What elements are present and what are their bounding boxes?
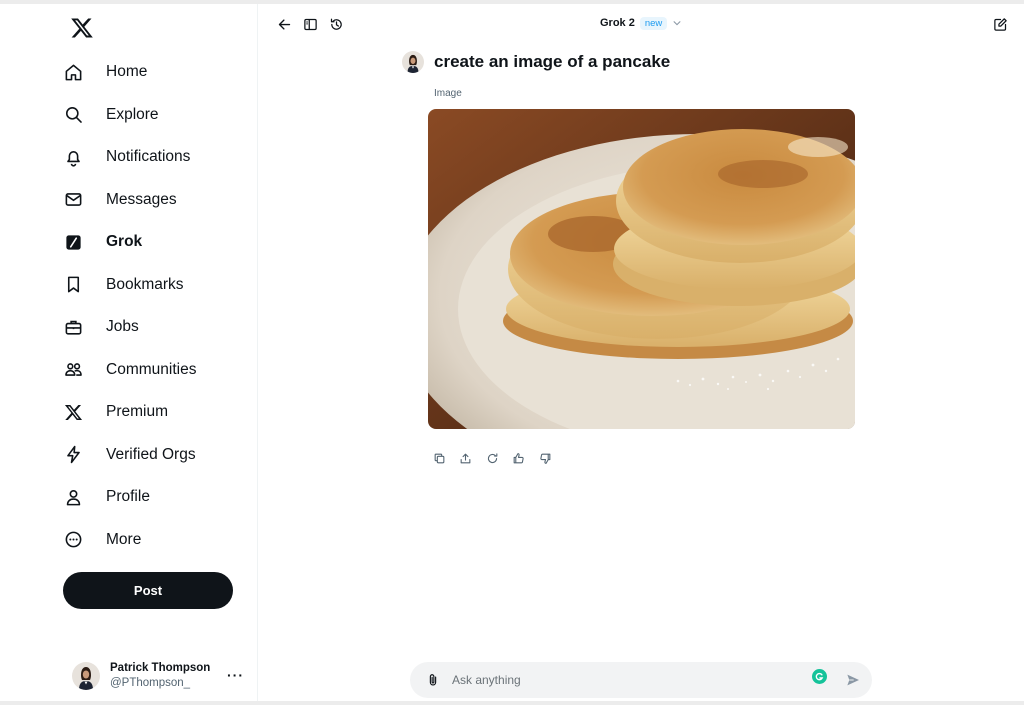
avatar	[402, 51, 424, 73]
grok-icon	[64, 230, 98, 254]
ask-input[interactable]	[452, 668, 792, 692]
nav-item-jobs[interactable]: Jobs	[64, 306, 254, 349]
ask-bar	[410, 662, 872, 698]
search-icon	[64, 103, 98, 127]
prompt-text: create an image of a pancake	[434, 52, 671, 71]
nav-label: Profile	[106, 488, 150, 506]
nav-label: Explore	[106, 105, 159, 123]
nav-label: More	[106, 530, 142, 548]
more-circle-icon	[64, 528, 98, 552]
home-icon	[64, 60, 98, 84]
account-handle: @PThompson_	[110, 677, 191, 689]
account-switcher[interactable]: Patrick Thompson @PThompson_ ···	[72, 659, 252, 693]
model-name: Grok 2	[600, 17, 635, 29]
nav-item-communities[interactable]: Communities	[64, 349, 254, 392]
nav-item-profile[interactable]: Profile	[64, 476, 254, 519]
primary-nav: Home Explore Notifications Messages Grok	[64, 51, 254, 561]
nav-label: Jobs	[106, 318, 139, 336]
briefcase-icon	[64, 315, 98, 339]
model-selector[interactable]: Grok 2 new	[600, 14, 682, 32]
x-logo-icon	[64, 400, 98, 424]
nav-label: Grok	[106, 233, 143, 251]
nav-label: Premium	[106, 403, 169, 421]
nav-label: Verified Orgs	[106, 445, 196, 463]
lightning-icon	[64, 443, 98, 467]
person-icon	[64, 485, 98, 509]
send-icon[interactable]	[845, 672, 861, 688]
user-prompt: create an image of a pancake	[402, 51, 670, 73]
sidebar: Home Explore Notifications Messages Grok	[0, 4, 258, 701]
bell-icon	[64, 145, 98, 169]
nav-item-grok[interactable]: Grok	[64, 221, 254, 264]
regenerate-icon[interactable]	[485, 451, 499, 465]
thumbs-up-icon[interactable]	[512, 451, 526, 465]
new-badge: new	[639, 16, 668, 30]
sidebar-toggle-icon[interactable]	[301, 15, 319, 33]
account-more-icon[interactable]: ···	[227, 667, 244, 683]
thumbs-down-icon[interactable]	[538, 451, 552, 465]
share-icon[interactable]	[459, 451, 473, 465]
nav-item-messages[interactable]: Messages	[64, 179, 254, 222]
nav-label: Home	[106, 63, 148, 81]
nav-item-premium[interactable]: Premium	[64, 391, 254, 434]
image-label: Image	[434, 88, 462, 99]
account-name: Patrick Thompson	[110, 662, 211, 674]
bookmark-icon	[64, 273, 98, 297]
paperclip-icon[interactable]	[426, 672, 440, 688]
nav-item-notifications[interactable]: Notifications	[64, 136, 254, 179]
account-text: Patrick Thompson @PThompson_	[110, 661, 210, 691]
avatar	[72, 662, 100, 690]
nav-item-explore[interactable]: Explore	[64, 94, 254, 137]
nav-item-home[interactable]: Home	[64, 51, 254, 94]
window-bottom-border	[0, 701, 1024, 705]
nav-label: Communities	[106, 360, 197, 378]
copy-icon[interactable]	[432, 451, 446, 465]
nav-label: Messages	[106, 190, 177, 208]
post-button[interactable]: Post	[63, 572, 233, 609]
people-icon	[64, 358, 98, 382]
nav-label: Notifications	[106, 148, 191, 166]
nav-item-verified-orgs[interactable]: Verified Orgs	[64, 434, 254, 477]
generated-pancake-image[interactable]	[428, 109, 855, 429]
x-logo-icon[interactable]	[70, 16, 94, 40]
chevron-down-icon	[673, 21, 681, 26]
new-chat-icon[interactable]	[991, 15, 1009, 33]
history-icon[interactable]	[327, 15, 345, 33]
nav-item-bookmarks[interactable]: Bookmarks	[64, 264, 254, 307]
nav-label: Bookmarks	[106, 275, 184, 293]
envelope-icon	[64, 188, 98, 212]
response-actions	[432, 451, 565, 465]
nav-item-more[interactable]: More	[64, 519, 254, 562]
grammarly-icon[interactable]	[812, 669, 827, 684]
back-arrow-icon[interactable]	[275, 15, 293, 33]
